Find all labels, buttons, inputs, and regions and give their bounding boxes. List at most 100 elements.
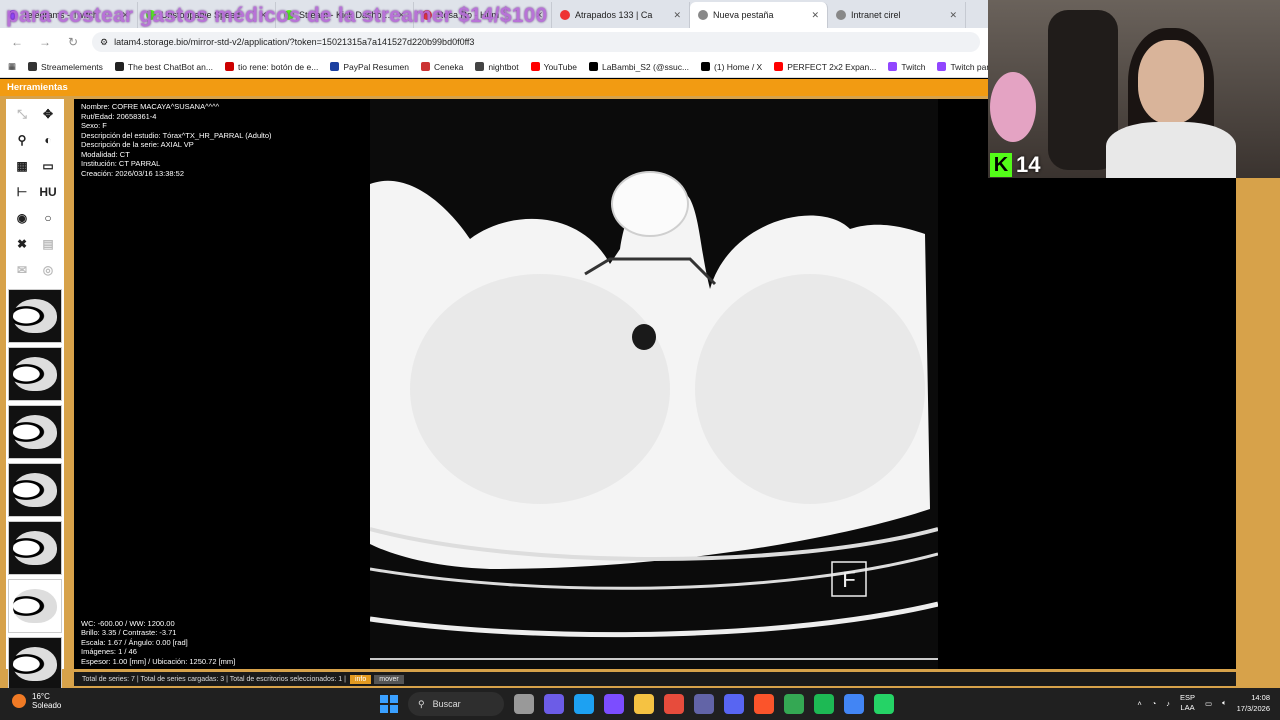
reload-button[interactable]: ↻ — [64, 35, 82, 49]
teams-icon[interactable] — [694, 694, 714, 714]
image-info-line: Espesor: 1.00 [mm] / Ubicación: 1250.72 … — [81, 656, 236, 666]
image-viewport[interactable]: Nombre: COFRE MACAYA^SUSANA^^^^ Rut/Edad:… — [74, 99, 1236, 669]
volume-icon[interactable]: 🔈︎ — [1222, 698, 1227, 708]
bookmark-favicon-icon — [114, 62, 124, 71]
kick-logo-icon: K — [990, 153, 1012, 177]
spotify-icon[interactable] — [814, 694, 834, 714]
whatsapp-icon[interactable] — [874, 694, 894, 714]
bookmark-item[interactable]: Twitch panel — [937, 62, 988, 72]
bookmark-label: Twitch — [901, 61, 926, 72]
bookmark-item[interactable]: Ceneka — [421, 62, 463, 72]
edge-icon[interactable] — [574, 694, 594, 714]
arrow-tool-icon[interactable]: ⤡ — [9, 101, 35, 127]
document-tool-icon[interactable]: ▤ — [35, 231, 61, 257]
chrome-icon[interactable] — [784, 694, 804, 714]
tab-favicon-icon — [698, 10, 708, 20]
streamer-shirt — [1106, 122, 1236, 178]
series-thumbnail[interactable] — [8, 579, 62, 633]
bookmark-item[interactable]: LaBambi_S2 (@ssuc... — [588, 62, 689, 72]
bookmark-item[interactable]: nightbot — [475, 62, 519, 72]
thumbnail-image — [13, 589, 57, 623]
language-indicator[interactable]: ESP LAA — [1180, 693, 1195, 713]
thumbnail-image — [13, 647, 57, 681]
bookmark-favicon-icon — [530, 62, 540, 71]
patient-info-line: Creación: 2026/03/16 13:38:52 — [81, 168, 184, 178]
tools-header: Herramientas — [0, 79, 988, 96]
site-info-icon[interactable]: ⚙ — [100, 37, 108, 48]
apps-grid-icon[interactable]: ▦ — [8, 61, 16, 72]
browser-toolbar: ← → ↻ ⚙ latam4.storage.bio/mirror-std-v2… — [0, 28, 988, 56]
chevron-up-icon[interactable]: ˄ — [1137, 699, 1141, 708]
series-thumbnail[interactable] — [8, 463, 62, 517]
series-thumbnail[interactable] — [8, 637, 62, 691]
grid-tool-icon[interactable]: ▦ — [9, 153, 35, 179]
copilot-icon[interactable] — [604, 694, 624, 714]
bookmark-item[interactable]: Twitch — [888, 62, 925, 72]
mover-button[interactable]: mover — [374, 674, 404, 684]
bookmark-item[interactable]: YouTube — [530, 61, 577, 72]
series-thumbnail[interactable] — [8, 347, 62, 401]
bookmark-favicon-icon — [888, 62, 898, 71]
obs-icon[interactable] — [544, 694, 564, 714]
image-info-overlay: WC: -600.00 / WW: 1200.00 Brillo: 3.35 / … — [81, 619, 235, 667]
orientation-marker: F — [842, 567, 855, 592]
bookmark-item[interactable]: The best ChatBot an... — [114, 62, 213, 72]
tab-close-icon[interactable]: ✕ — [949, 10, 957, 21]
sunglasses-app-icon[interactable] — [514, 694, 534, 714]
ct-axial-slice: F — [370, 99, 938, 669]
folder-icon[interactable] — [634, 694, 654, 714]
tab-favicon-icon — [560, 10, 570, 20]
weather-widget[interactable]: 16°C Soleado — [12, 692, 61, 710]
hu-tool-icon[interactable]: HU — [35, 179, 61, 205]
tab-close-icon[interactable]: ✕ — [673, 10, 681, 21]
bookmark-item[interactable]: (1) Home / X — [701, 62, 762, 72]
bookmark-item[interactable]: tio rene: botón de e... — [224, 62, 318, 72]
ruler-tool-icon[interactable]: ⊢ — [9, 179, 35, 205]
browser-tab[interactable]: Atrapados 133 | Ca ✕ — [552, 2, 690, 28]
bookmark-favicon-icon — [588, 62, 598, 71]
record-tool-icon[interactable]: ◎ — [35, 257, 61, 283]
bookmark-favicon-icon — [330, 62, 340, 71]
ct-scan-image[interactable]: F — [370, 99, 938, 669]
discord-icon[interactable] — [724, 694, 744, 714]
bookmark-item[interactable]: Streamelements — [28, 62, 103, 72]
system-tray: ˄ ◔ ♪ ESP LAA ▭ 🔈︎ 14:08 17/3/2026 — [1137, 692, 1270, 714]
series-thumbnail[interactable] — [8, 521, 62, 575]
display-icon[interactable]: ▭ — [1205, 699, 1212, 708]
forward-button[interactable]: → — [36, 35, 54, 49]
bookmark-label: (1) Home / X — [714, 61, 763, 72]
taskbar-search[interactable]: ⚲ Buscar — [408, 692, 504, 716]
layout-tool-icon[interactable]: ▭ — [35, 153, 61, 179]
info-button[interactable]: info — [349, 674, 372, 684]
move-tool-icon[interactable]: ✥ — [35, 101, 61, 127]
clock-date: 17/3/2026 — [1236, 704, 1270, 713]
clock-time: 14:08 — [1251, 693, 1270, 702]
start-button[interactable] — [380, 695, 398, 713]
clock[interactable]: 14:08 17/3/2026 — [1237, 692, 1270, 714]
chrome-profile-icon[interactable] — [844, 694, 864, 714]
recorder-icon[interactable] — [664, 694, 684, 714]
eye-tool-icon[interactable]: ◉ — [9, 205, 35, 231]
bookmark-item[interactable]: PERFECT 2x2 Expan... — [774, 62, 876, 72]
address-bar[interactable]: ⚙ latam4.storage.bio/mirror-std-v2/appli… — [92, 32, 980, 52]
bookmark-favicon-icon — [224, 62, 234, 71]
tab-close-icon[interactable]: ✕ — [811, 10, 819, 21]
tool-grid: ⤡ ✥ ⚲ ◐ ▦ ▭ ⊢ HU ◉ ○ ✖ ▤ ✉ ◎ — [9, 101, 63, 283]
mic-icon[interactable]: ♪ — [1166, 699, 1170, 708]
browser-tab[interactable]: Intranet cirel ✕ — [828, 2, 966, 28]
mail-tool-icon[interactable]: ✉ — [9, 257, 35, 283]
bookmark-item[interactable]: PayPal Resumen — [330, 62, 409, 72]
bookmark-label: YouTube — [543, 61, 577, 72]
browser-tab[interactable]: Nueva pestaña ✕ — [690, 2, 828, 28]
back-button[interactable]: ← — [8, 35, 26, 49]
close-tool-icon[interactable]: ✖ — [9, 231, 35, 257]
brave-icon[interactable] — [754, 694, 774, 714]
bookmark-label: Streamelements — [41, 61, 103, 72]
kick-counter-value: 14 — [1016, 152, 1041, 177]
zoom-tool-icon[interactable]: ⚲ — [9, 127, 35, 153]
network-icon[interactable]: ◔ — [1152, 699, 1157, 708]
circle-tool-icon[interactable]: ○ — [35, 205, 61, 231]
contrast-tool-icon[interactable]: ◐ — [35, 127, 61, 153]
series-thumbnail[interactable] — [8, 405, 62, 459]
series-thumbnail[interactable] — [8, 289, 62, 343]
